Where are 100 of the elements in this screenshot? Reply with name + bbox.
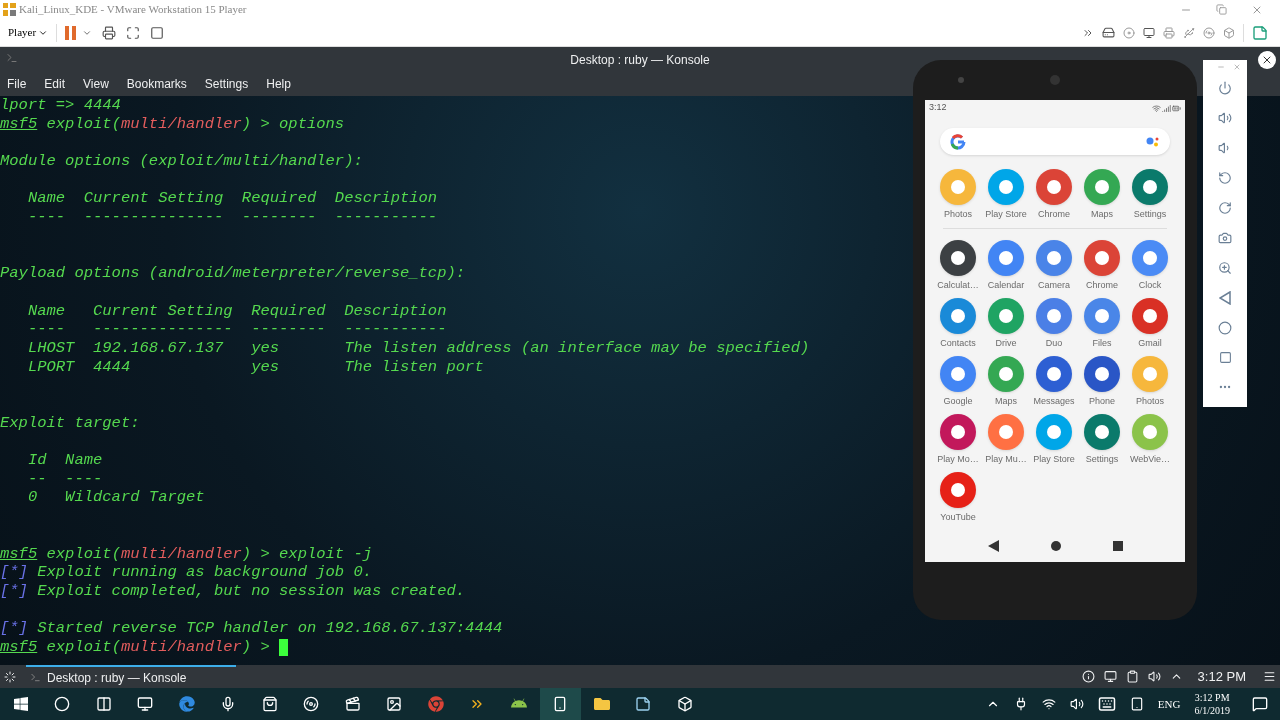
app-label: Chrome xyxy=(1086,278,1118,292)
signal-icon xyxy=(1162,103,1171,113)
hard-drive-icon[interactable] xyxy=(1102,26,1115,39)
notifications-icon[interactable] xyxy=(1252,696,1268,712)
app-label: Chrome xyxy=(1038,207,1070,221)
app-label: Messages xyxy=(1033,394,1075,408)
terminal-line: LHOST 192.168.67.137 yes The listen address (an interface may be specified) xyxy=(26,338,810,358)
back-button[interactable] xyxy=(987,539,999,552)
usb-icon[interactable] xyxy=(1183,26,1195,39)
search-icon xyxy=(54,696,71,712)
menu-item[interactable]: Edit xyxy=(44,75,66,93)
home-button[interactable] xyxy=(1050,540,1061,551)
home-icon[interactable] xyxy=(1218,321,1232,335)
terminal-line: 0 Wildcard Target xyxy=(26,488,205,508)
terminal-line: Id Name xyxy=(26,451,103,470)
app-icon[interactable] xyxy=(1132,297,1168,334)
terminal-icon xyxy=(30,672,41,683)
app-label: Contacts xyxy=(940,336,976,350)
app-label: Drive xyxy=(995,336,1017,350)
volume-icon[interactable] xyxy=(1147,670,1161,683)
terminal-line: ---- --------------- -------- ----------- xyxy=(26,208,438,227)
window-title: Desktop : ruby — Konsole xyxy=(570,51,710,69)
printer-icon[interactable] xyxy=(1163,26,1175,39)
app-label: Photos xyxy=(944,207,972,221)
terminal-line: msf5 exploit(multi/handler) > options xyxy=(0,114,345,134)
window-title: Kali_Linux_KDE - VMware Workstation 15 Player xyxy=(19,2,247,18)
overview-button[interactable] xyxy=(1112,540,1123,551)
clipboard-icon[interactable] xyxy=(1125,670,1139,683)
taskbar-button[interactable] xyxy=(539,688,581,720)
app-icon[interactable] xyxy=(1084,355,1120,392)
app-icon[interactable] xyxy=(940,413,976,450)
computer-icon xyxy=(137,696,154,712)
app-label: Photos xyxy=(1136,394,1164,408)
menu-item[interactable]: Help xyxy=(266,75,291,93)
wifi-icon[interactable] xyxy=(1041,697,1056,711)
terminal-line: Exploit target: xyxy=(0,413,140,433)
terminal-line: LPORT 4444 yes The listen port xyxy=(26,357,484,377)
app-icon[interactable] xyxy=(1084,413,1120,450)
launcher-icon[interactable] xyxy=(4,670,16,683)
app-label: Play Mo… xyxy=(937,452,979,466)
terminal-line: [*] Exploit completed, but no session was created. xyxy=(0,581,466,601)
display-icon[interactable] xyxy=(1103,670,1117,683)
player-menu[interactable]: Player xyxy=(8,24,49,41)
taskbar-date: 6/1/2019 xyxy=(1194,704,1230,717)
app-icon[interactable] xyxy=(940,239,976,276)
app-label: Play Mu… xyxy=(985,452,1027,466)
zoom-icon[interactable] xyxy=(1218,261,1232,275)
taskbar-time: 3:12 PM xyxy=(1194,691,1230,704)
app-label: Camera xyxy=(1038,278,1070,292)
menu-icon[interactable] xyxy=(1263,670,1276,683)
konsole-icon xyxy=(6,52,18,64)
app-label: Files xyxy=(1092,336,1112,350)
app-label: Google xyxy=(943,394,973,408)
status-time: 3:12 xyxy=(929,101,947,115)
volume-up-icon[interactable] xyxy=(1218,111,1232,125)
terminal-line: lport => 4444 xyxy=(0,96,121,115)
app-icon[interactable] xyxy=(1132,168,1168,205)
pause-icon[interactable] xyxy=(65,25,77,40)
terminal-line: Name Current Setting Required Description xyxy=(26,189,438,209)
app-label: Gmail xyxy=(1138,336,1162,350)
app-logo-icon xyxy=(3,3,16,16)
overview-icon[interactable] xyxy=(1218,351,1232,364)
chrome-icon xyxy=(427,696,444,712)
search-bar[interactable] xyxy=(940,128,1170,155)
app-label: Maps xyxy=(995,394,1017,408)
assistant-icon[interactable] xyxy=(1146,135,1160,148)
menu-item[interactable]: View xyxy=(83,75,109,93)
store-icon xyxy=(261,696,278,712)
task-view-icon xyxy=(95,696,112,712)
app-label: Duo xyxy=(1045,336,1063,350)
volume-icon[interactable] xyxy=(1069,697,1084,711)
app-label: Play Store xyxy=(985,207,1027,221)
menu-item[interactable]: Bookmarks xyxy=(126,75,187,93)
note-icon[interactable] xyxy=(1252,24,1268,41)
terminal-line: [*] Started reverse TCP handler on 192.168.67.137:4444 xyxy=(0,619,503,638)
app-label: YouTube xyxy=(940,510,976,524)
app-label: Calculat… xyxy=(937,278,979,292)
terminal-line: [*] Exploit running as background job 0. xyxy=(0,563,373,582)
tablet-icon[interactable] xyxy=(1129,697,1144,711)
terminal-line: -- ---- xyxy=(26,469,103,489)
power-icon[interactable] xyxy=(1218,81,1232,95)
back-icon[interactable] xyxy=(1219,291,1231,305)
clock: 3:12 PM xyxy=(1197,667,1246,686)
language-indicator[interactable]: ENG xyxy=(1157,695,1181,713)
rotate-left-icon[interactable] xyxy=(1218,171,1232,185)
rotate-right-icon[interactable] xyxy=(1218,201,1232,215)
keyboard-icon[interactable] xyxy=(1097,695,1116,713)
app-label: WebVie… xyxy=(1129,452,1171,466)
menu-item[interactable]: File xyxy=(7,75,27,93)
terminal-line: msf5 exploit(multi/handler) > exploit -j xyxy=(0,544,373,564)
app-label: Maps xyxy=(1091,207,1113,221)
terminal-line: msf5 exploit(multi/handler) > xyxy=(0,637,271,657)
close-icon xyxy=(1261,54,1273,66)
fullscreen-icon[interactable] xyxy=(126,25,141,40)
app-label: Settings xyxy=(1085,452,1119,466)
app-label: Phone xyxy=(1089,394,1115,408)
app-icon[interactable] xyxy=(940,471,976,508)
menu-item[interactable]: Settings xyxy=(204,75,249,93)
app-icon[interactable] xyxy=(1036,355,1072,392)
folder-icon xyxy=(593,696,610,712)
